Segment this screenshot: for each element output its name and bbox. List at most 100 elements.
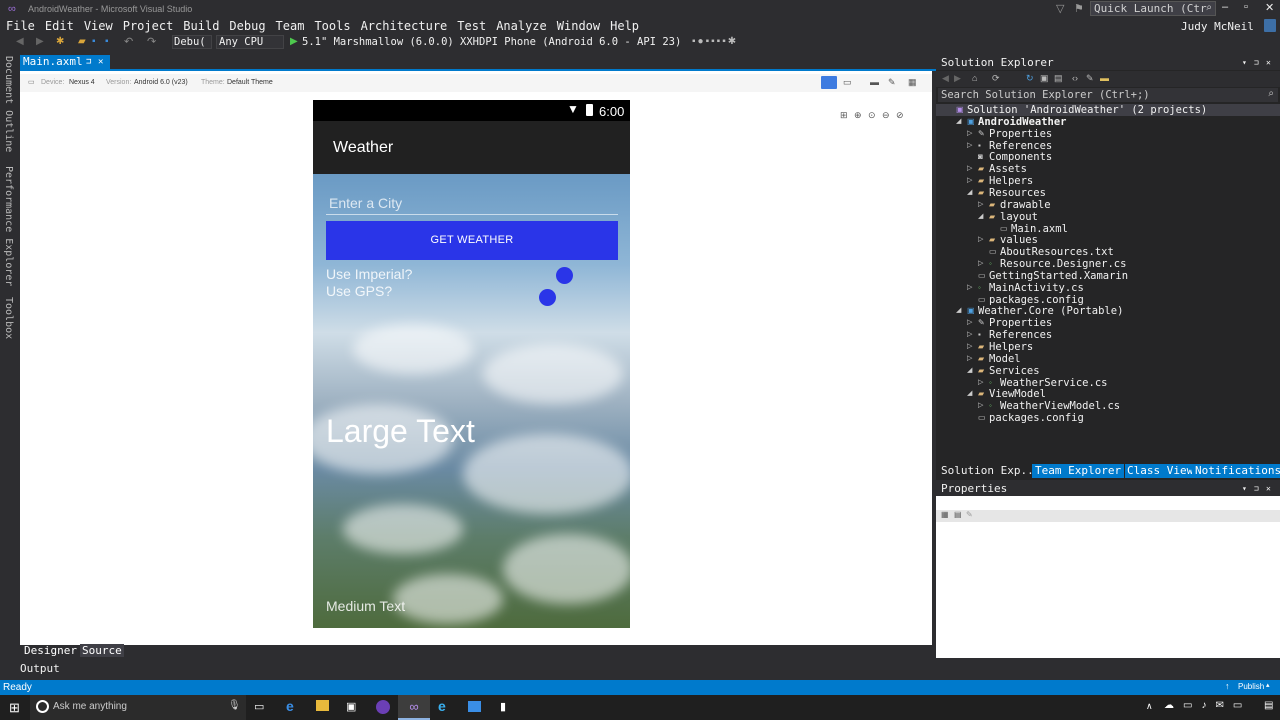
expand-arrow-icon[interactable]: ▷ xyxy=(967,329,972,341)
tab-notifications[interactable]: Notifications xyxy=(1192,464,1280,478)
property-pages-icon[interactable]: ✎ xyxy=(966,510,973,519)
new-project-icon[interactable]: ✱ xyxy=(56,36,64,47)
tree-item[interactable]: ▷ ▪ References xyxy=(936,140,1280,152)
categorized-icon[interactable]: ▦ xyxy=(941,510,949,519)
minimize-button[interactable]: – xyxy=(1222,1,1228,13)
back-icon[interactable]: ◀ xyxy=(16,36,24,47)
toolbox-tab[interactable]: Toolbox xyxy=(3,297,14,339)
properties-pin-icon[interactable]: ⊐ xyxy=(1254,482,1259,496)
collapse-arrow-icon[interactable]: ◢ xyxy=(956,116,961,128)
se-code-icon[interactable]: ‹› xyxy=(1072,73,1078,83)
se-collapse-icon[interactable]: ▣ xyxy=(1040,73,1049,84)
zoom-out-icon[interactable]: ⊖ xyxy=(882,110,890,121)
tree-item[interactable]: ▷ ▰ Assets xyxy=(936,163,1280,175)
tree-item[interactable]: ▷ ▰ Model xyxy=(936,353,1280,365)
menu-build[interactable]: Build xyxy=(178,18,224,34)
visual-studio-taskbar-icon[interactable]: ∞ xyxy=(398,695,430,720)
expand-arrow-icon[interactable]: ▷ xyxy=(967,353,972,365)
configuration-select[interactable]: Debu( xyxy=(172,35,212,49)
user-avatar[interactable] xyxy=(1264,19,1276,32)
ie-icon[interactable]: e xyxy=(438,698,446,714)
se-refresh-icon[interactable]: ↻ xyxy=(1026,73,1034,84)
tray-chevron-icon[interactable]: ∧ xyxy=(1146,701,1153,712)
city-input-placeholder[interactable]: Enter a City xyxy=(329,195,402,211)
expand-arrow-icon[interactable]: ▷ xyxy=(978,377,983,389)
forward-icon[interactable]: ▶ xyxy=(36,36,44,47)
tree-item[interactable]: ◢ ▰ Services xyxy=(936,365,1280,377)
user-name[interactable]: Judy McNeil xyxy=(1181,20,1254,33)
se-home-icon[interactable]: ⌂ xyxy=(972,73,977,83)
toolbar-icons[interactable]: ▪●▪▪▪▪✱ xyxy=(692,36,738,47)
tree-item[interactable]: ▷ ✎ Properties xyxy=(936,128,1280,140)
expand-arrow-icon[interactable]: ▷ xyxy=(967,163,972,175)
save-icon[interactable]: ▪ xyxy=(92,36,96,47)
theme-select[interactable]: Default Theme xyxy=(227,79,273,86)
tree-item[interactable]: ◢ ▰ Resources xyxy=(936,187,1280,199)
tree-item[interactable]: ▷ ▰ values xyxy=(936,234,1280,246)
se-sync-icon[interactable]: ⟳ xyxy=(992,73,1000,84)
app-window-icon[interactable] xyxy=(468,701,481,712)
tree-item[interactable]: ◢ ▣ AndroidWeather xyxy=(936,116,1280,128)
pin-icon[interactable]: ⊐ xyxy=(86,55,91,69)
landscape-icon[interactable]: ▭ xyxy=(843,77,852,88)
publish-button[interactable]: Publish xyxy=(1238,682,1264,691)
action-bar-icon[interactable]: ▬ xyxy=(870,77,879,87)
publish-menu-icon[interactable]: ▴ xyxy=(1266,681,1270,689)
portrait-icon[interactable] xyxy=(821,76,837,89)
expand-arrow-icon[interactable]: ▷ xyxy=(978,400,983,412)
tree-item[interactable]: ▷ ◦ WeatherService.cs xyxy=(936,377,1280,389)
menu-view[interactable]: View xyxy=(79,18,118,34)
menu-architecture[interactable]: Architecture xyxy=(356,18,453,34)
tree-item[interactable]: ▭ GettingStarted.Xamarin xyxy=(936,270,1280,282)
tab-close-icon[interactable]: ✕ xyxy=(98,55,103,69)
windows-start-icon[interactable]: ⊞ xyxy=(9,700,20,716)
menu-help[interactable]: Help xyxy=(605,18,644,34)
alphabetical-icon[interactable]: ▤ xyxy=(954,510,962,519)
imperial-switch-thumb[interactable] xyxy=(556,267,573,284)
play-icon[interactable]: ▶ xyxy=(290,36,298,47)
close-button[interactable]: ✕ xyxy=(1265,1,1274,14)
menu-file[interactable]: File xyxy=(1,18,40,34)
gps-switch-thumb[interactable] xyxy=(539,289,556,306)
panel-menu-icon[interactable]: ▾ xyxy=(1242,56,1247,70)
phone-preview[interactable]: ▼ 6:00 Weather Enter a City GET WEATHER … xyxy=(313,100,630,628)
app-icon[interactable] xyxy=(376,700,390,714)
tree-item[interactable]: ▷ ▰ Helpers xyxy=(936,175,1280,187)
expand-arrow-icon[interactable]: ▷ xyxy=(967,128,972,140)
expand-arrow-icon[interactable]: ▷ xyxy=(967,282,972,294)
menu-edit[interactable]: Edit xyxy=(40,18,79,34)
expand-arrow-icon[interactable]: ▷ xyxy=(967,317,972,329)
filter-icon[interactable]: ▽ xyxy=(1056,2,1064,15)
output-tab[interactable]: Output xyxy=(20,662,60,675)
se-forward-icon[interactable]: ▶ xyxy=(954,73,961,84)
store-icon[interactable]: ▣ xyxy=(346,700,356,713)
tree-item[interactable]: ▷ ✎ Properties xyxy=(936,317,1280,329)
collapse-arrow-icon[interactable]: ◢ xyxy=(978,211,983,223)
se-properties-icon[interactable]: ✎ xyxy=(1086,73,1094,84)
get-weather-button[interactable]: GET WEATHER xyxy=(326,221,618,260)
designer-tab[interactable]: Designer xyxy=(22,644,79,657)
version-select[interactable]: Android 6.0 (v23) xyxy=(134,79,188,86)
zoom-in-icon[interactable]: ⊕ xyxy=(854,110,862,121)
collapse-arrow-icon[interactable]: ◢ xyxy=(967,365,972,377)
menu-analyze[interactable]: Analyze xyxy=(491,18,552,34)
se-preview-icon[interactable]: ▬ xyxy=(1100,73,1109,83)
se-back-icon[interactable]: ◀ xyxy=(942,73,949,84)
device-app-icon[interactable]: ▮ xyxy=(500,700,506,713)
maximize-button[interactable]: ▫ xyxy=(1244,1,1248,13)
settings-grid-icon[interactable]: ▦ xyxy=(908,77,917,88)
zoom-extra-icon[interactable]: ⊘ xyxy=(896,110,904,121)
tree-item[interactable]: ▭ AboutResources.txt xyxy=(936,246,1280,258)
tree-item[interactable]: ▭ Main.axml xyxy=(936,223,1280,235)
tree-item[interactable]: ▭ packages.config xyxy=(936,294,1280,306)
se-show-all-icon[interactable]: ▤ xyxy=(1054,73,1063,84)
expand-arrow-icon[interactable]: ▷ xyxy=(978,234,983,246)
tree-item[interactable]: ◙ Components xyxy=(936,151,1280,163)
action-center-icon[interactable]: ▤ xyxy=(1264,700,1273,711)
publish-icon[interactable]: ↑ xyxy=(1225,681,1230,691)
zoom-fit-icon[interactable]: ⊞ xyxy=(840,110,848,121)
save-all-icon[interactable]: ▪ xyxy=(105,36,109,47)
menu-debug[interactable]: Debug xyxy=(224,18,270,34)
tree-item[interactable]: ▷ ◦ WeatherViewModel.cs xyxy=(936,400,1280,412)
collapse-arrow-icon[interactable]: ◢ xyxy=(967,187,972,199)
